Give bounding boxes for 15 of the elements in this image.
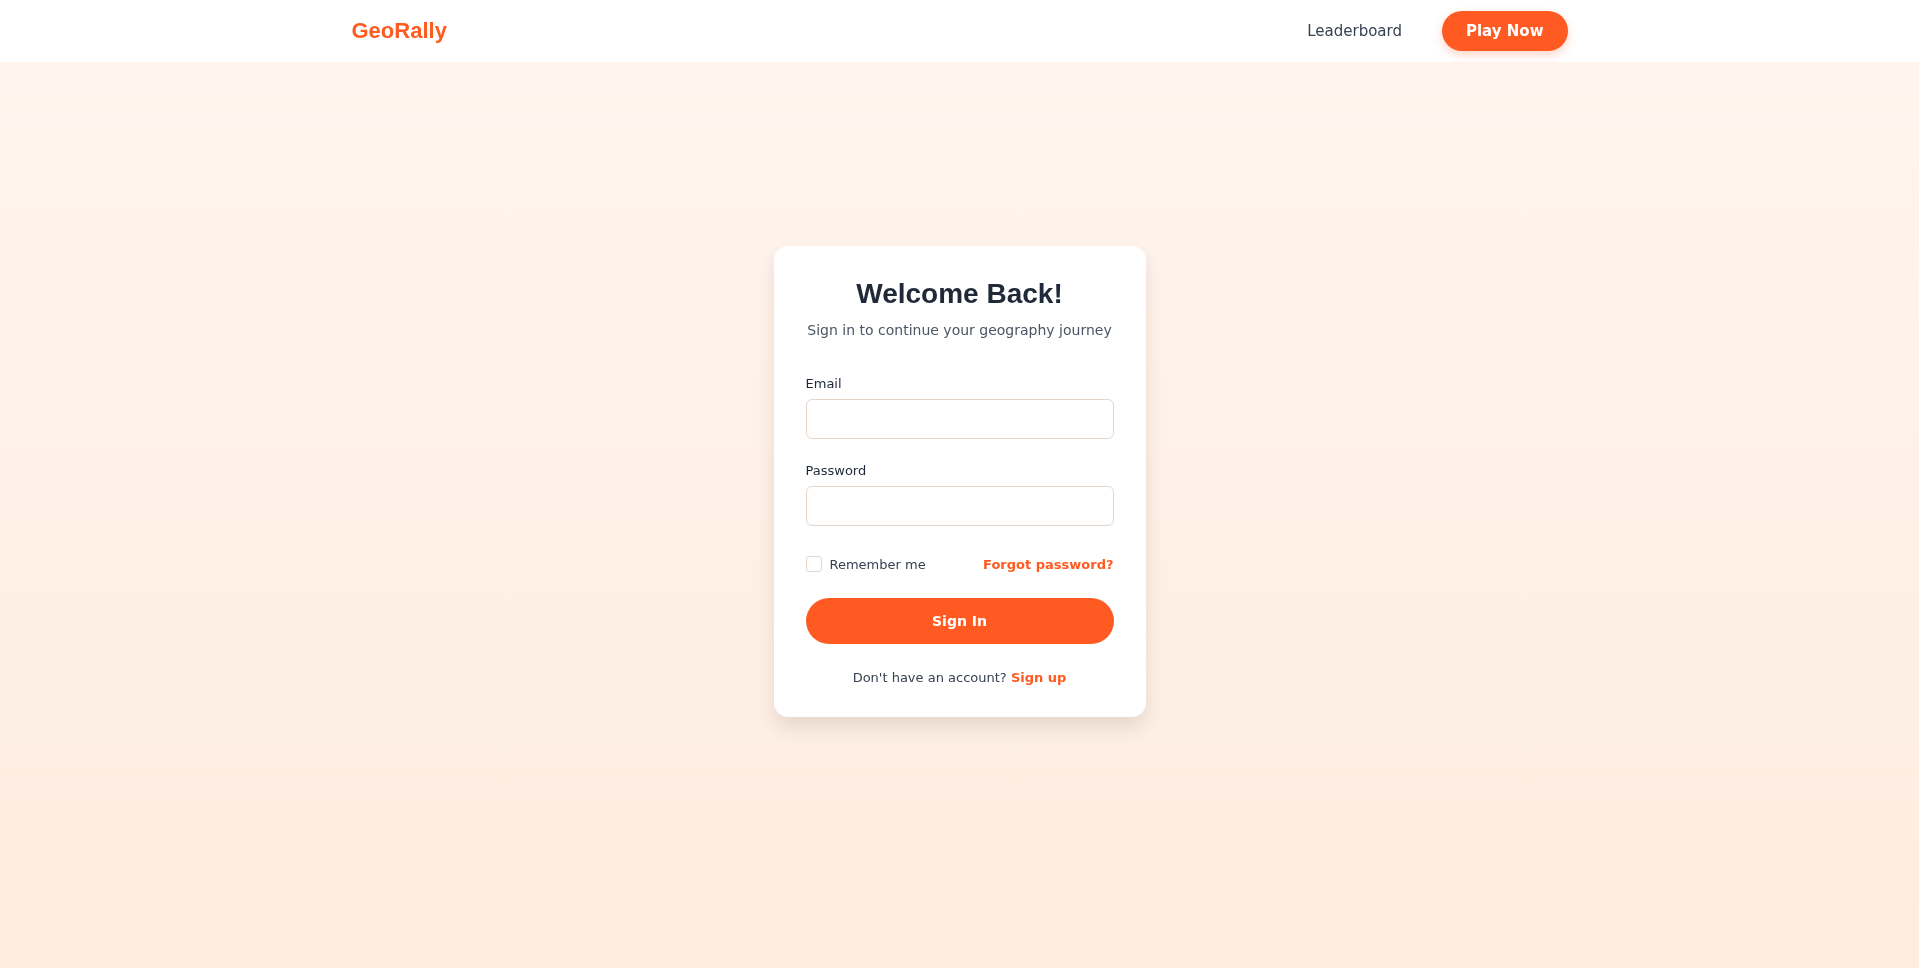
logo[interactable]: GeoRally <box>351 18 447 44</box>
card-title: Welcome Back! <box>855 278 1064 310</box>
checkbox-label: Remember me <box>829 556 926 572</box>
input-field[interactable] <box>805 486 1114 526</box>
sign-up-link[interactable]: Sign up <box>1010 670 1067 685</box>
remember-checkbox[interactable] <box>805 556 822 572</box>
field-label: Password <box>805 463 867 478</box>
forgot-password-link[interactable]: Forgot password? <box>983 556 1114 572</box>
sign-in-button[interactable]: Sign In <box>805 598 1114 644</box>
card-subtitle: Sign in to continue your geography journey <box>806 322 1113 338</box>
signup-prompt: Don't have an account? <box>852 670 1007 685</box>
play-now-button[interactable]: Play Now <box>1442 11 1568 51</box>
field-label: Email <box>805 376 842 391</box>
leaderboard-link[interactable]: Leaderboard <box>1307 22 1402 40</box>
input-field[interactable] <box>805 399 1114 439</box>
